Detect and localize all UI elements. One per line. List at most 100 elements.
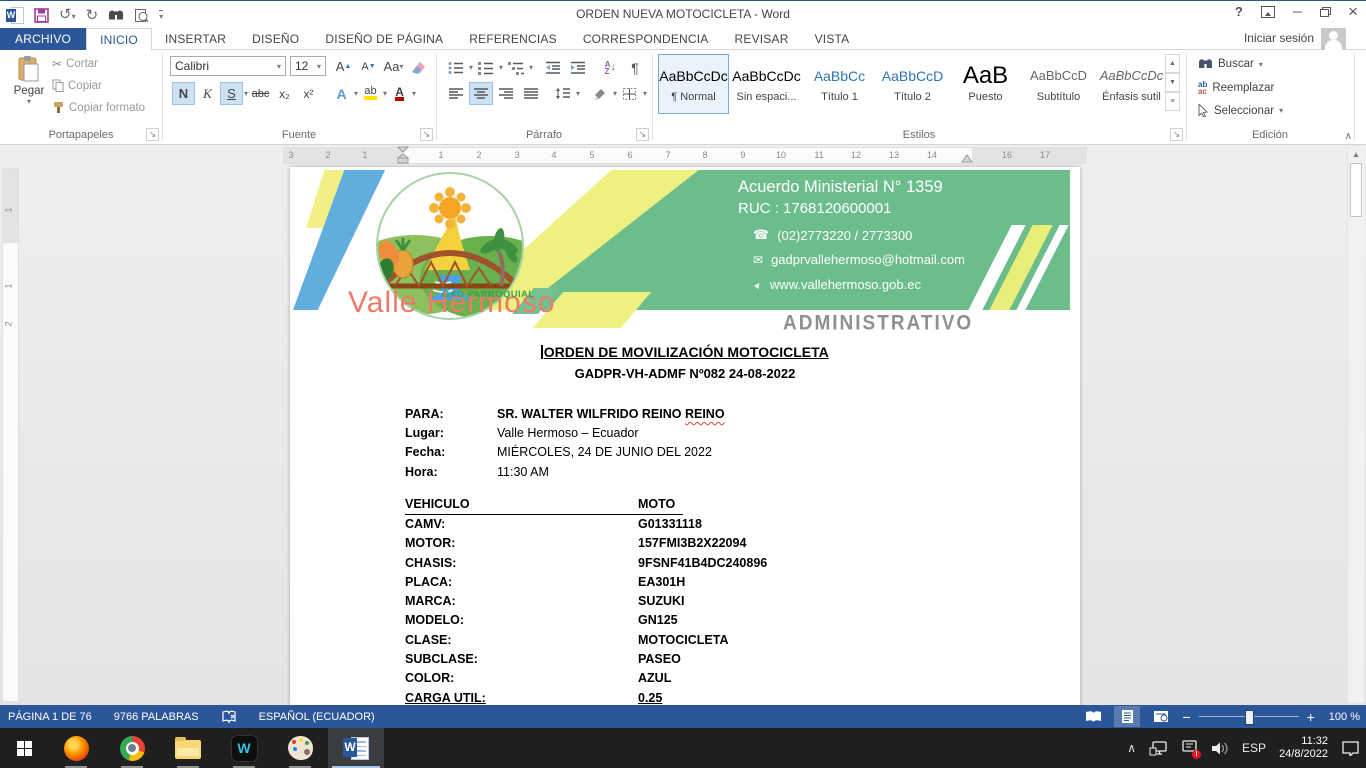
- bold-button[interactable]: N: [172, 82, 195, 105]
- align-left-button[interactable]: [444, 82, 468, 105]
- word-count[interactable]: 9766 PALABRAS: [114, 711, 199, 723]
- style-title[interactable]: AaBPuesto: [950, 54, 1021, 114]
- avatar[interactable]: [1321, 28, 1346, 50]
- styles-scroll-up-icon[interactable]: ▲: [1165, 54, 1180, 73]
- bullets-button[interactable]: [444, 56, 468, 79]
- styles-scroll-down-icon[interactable]: ▼: [1165, 73, 1180, 92]
- change-case-button[interactable]: Aa▾: [382, 55, 405, 78]
- decrease-indent-button[interactable]: [541, 56, 565, 79]
- scrollbar-thumb[interactable]: [1350, 163, 1362, 217]
- paste-dropdown-icon[interactable]: ▾: [8, 97, 50, 106]
- action-center-icon[interactable]: !: [1181, 739, 1198, 757]
- styles-gallery-expand-icon[interactable]: ≡: [1165, 92, 1180, 111]
- speaker-icon[interactable]: [1211, 741, 1229, 756]
- scroll-up-icon[interactable]: ▲: [1348, 147, 1364, 162]
- justify-button[interactable]: [519, 82, 543, 105]
- sort-button[interactable]: AZ↓: [598, 56, 622, 79]
- taskbar-file-explorer[interactable]: [160, 728, 216, 768]
- sign-in-link[interactable]: Iniciar sesión: [1244, 31, 1314, 45]
- increase-indent-button[interactable]: [566, 56, 590, 79]
- close-button[interactable]: ×: [1348, 5, 1358, 19]
- superscript-button[interactable]: x²: [297, 82, 320, 105]
- paste-button[interactable]: Pegar ▾: [8, 55, 50, 129]
- clock[interactable]: 11:32 24/8/2022: [1279, 735, 1328, 761]
- taskbar-word[interactable]: W: [328, 728, 384, 768]
- horizontal-ruler[interactable]: 3 2 1 1 2 3 4 5 6 7 8 9 10 11 12 13 14 1…: [283, 147, 1087, 164]
- style-normal[interactable]: AaBbCcDc¶ Normal: [658, 54, 729, 114]
- format-painter-button[interactable]: Copiar formato: [52, 101, 145, 114]
- font-name-combobox[interactable]: Calibri▾: [170, 56, 286, 76]
- font-color-button[interactable]: A: [388, 82, 411, 105]
- restore-button[interactable]: [1320, 7, 1330, 16]
- grow-font-button[interactable]: A▲: [332, 55, 355, 78]
- italic-button[interactable]: K: [196, 82, 219, 105]
- underline-button[interactable]: S: [220, 82, 243, 105]
- vertical-scrollbar[interactable]: ▲: [1347, 147, 1364, 703]
- tab-diseno-de-pagina[interactable]: DISEÑO DE PÁGINA: [312, 28, 456, 50]
- right-indent-marker[interactable]: [961, 154, 973, 164]
- tab-diseno[interactable]: DISEÑO: [239, 28, 312, 50]
- collapse-ribbon-icon[interactable]: ∧: [1345, 131, 1352, 142]
- strikethrough-button[interactable]: abc: [249, 82, 272, 105]
- taskbar-chrome[interactable]: [104, 728, 160, 768]
- borders-button[interactable]: [618, 82, 642, 105]
- tab-inicio[interactable]: INICIO: [86, 28, 152, 51]
- multilevel-list-button[interactable]: [504, 56, 528, 79]
- language-indicator[interactable]: ESPAÑOL (ECUADOR): [259, 711, 375, 723]
- numbering-button[interactable]: [474, 56, 498, 79]
- tab-correspondencia[interactable]: CORRESPONDENCIA: [570, 28, 722, 50]
- tab-archivo[interactable]: ARCHIVO: [0, 28, 86, 50]
- print-layout-button[interactable]: [1114, 706, 1140, 727]
- select-button[interactable]: Seleccionar ▾: [1198, 104, 1283, 117]
- taskbar-webex[interactable]: W: [216, 728, 272, 768]
- zoom-out-button[interactable]: −: [1182, 709, 1190, 725]
- replace-button[interactable]: abac Reemplazar: [1198, 81, 1274, 95]
- zoom-level[interactable]: 100 %: [1329, 711, 1360, 723]
- align-center-button[interactable]: [469, 82, 493, 105]
- paragraph-dialog-launcher[interactable]: ↘: [636, 128, 649, 141]
- ribbon-display-options-button[interactable]: [1261, 6, 1275, 18]
- zoom-slider-thumb[interactable]: [1245, 710, 1254, 725]
- help-button[interactable]: ?: [1235, 4, 1243, 19]
- taskbar-paint[interactable]: [272, 728, 328, 768]
- cut-button[interactable]: ✂ Cortar: [52, 57, 98, 71]
- tab-revisar[interactable]: REVISAR: [722, 28, 802, 50]
- tab-referencias[interactable]: REFERENCIAS: [456, 28, 570, 50]
- vertical-ruler[interactable]: 1 1 2: [2, 168, 19, 702]
- notifications-icon[interactable]: [1341, 740, 1360, 756]
- font-size-combobox[interactable]: 12▾: [290, 56, 326, 76]
- style-heading1[interactable]: AaBbCcTítulo 1: [804, 54, 875, 114]
- page-indicator[interactable]: PÁGINA 1 DE 76: [8, 711, 92, 723]
- find-button[interactable]: Buscar ▾: [1198, 58, 1263, 70]
- styles-dialog-launcher[interactable]: ↘: [1170, 128, 1183, 141]
- zoom-slider[interactable]: [1199, 716, 1299, 717]
- web-layout-button[interactable]: [1148, 706, 1174, 727]
- line-spacing-button[interactable]: [551, 82, 575, 105]
- style-heading2[interactable]: AaBbCcDTítulo 2: [877, 54, 948, 114]
- copy-button[interactable]: Copiar: [52, 79, 102, 92]
- taskbar-firefox[interactable]: [48, 728, 104, 768]
- input-language[interactable]: ESP: [1242, 741, 1266, 755]
- align-right-button[interactable]: [494, 82, 518, 105]
- shrink-font-button[interactable]: A▼: [357, 55, 380, 78]
- style-no-spacing[interactable]: AaBbCcDcSin espaci...: [731, 54, 802, 114]
- style-subtitle[interactable]: AaBbCcDSubtítulo: [1023, 54, 1094, 114]
- indent-markers[interactable]: [397, 146, 409, 166]
- zoom-in-button[interactable]: +: [1307, 709, 1315, 725]
- subscript-button[interactable]: x₂: [273, 82, 296, 105]
- highlight-button[interactable]: ab: [359, 82, 382, 105]
- read-mode-button[interactable]: [1080, 706, 1106, 727]
- tray-chevron-icon[interactable]: ∧: [1127, 741, 1136, 755]
- style-subtle-emphasis[interactable]: AaBbCcDcÉnfasis sutil: [1096, 54, 1167, 114]
- minimize-button[interactable]: ─: [1293, 4, 1302, 19]
- document-page[interactable]: Acuerdo Ministerial N° 1359 RUC : 176812…: [290, 167, 1080, 705]
- tab-vista[interactable]: VISTA: [802, 28, 863, 50]
- shading-button[interactable]: [588, 82, 612, 105]
- underline-dropdown-icon[interactable]: ▾: [244, 89, 248, 98]
- network-icon[interactable]: [1149, 740, 1168, 756]
- tab-insertar[interactable]: INSERTAR: [152, 28, 239, 50]
- clear-formatting-button[interactable]: [407, 55, 430, 78]
- text-effects-button[interactable]: A: [330, 82, 353, 105]
- proofing-status-icon[interactable]: [221, 710, 237, 724]
- start-button[interactable]: [0, 728, 48, 768]
